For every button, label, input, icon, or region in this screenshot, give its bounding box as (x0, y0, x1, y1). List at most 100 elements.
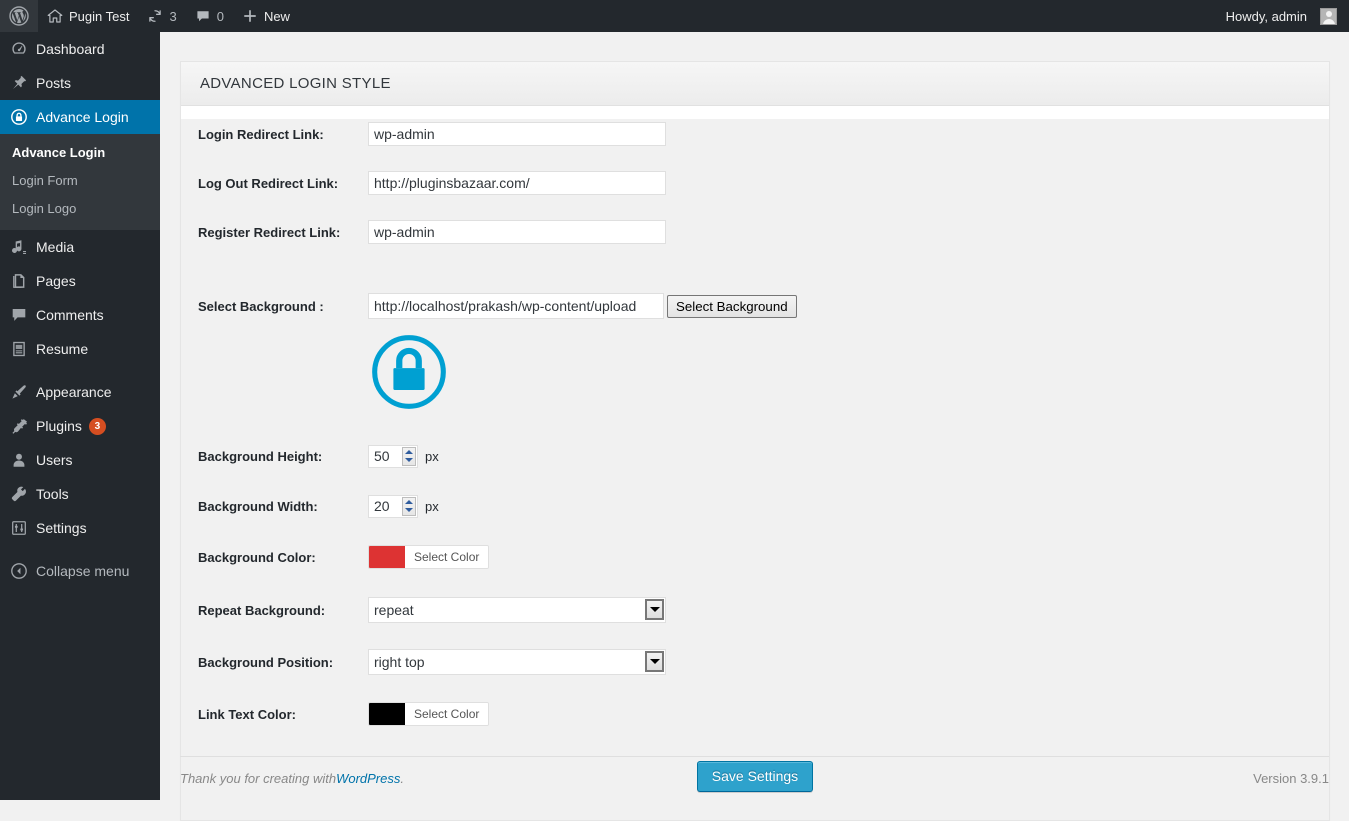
main-content-area: ADVANCED LOGIN STYLE Login Redirect Link… (160, 32, 1349, 821)
row-login-redirect: Login Redirect Link: (181, 119, 1329, 149)
chevron-down-icon[interactable] (645, 599, 664, 620)
background-width-unit: px (425, 498, 439, 514)
sidebar-item-users[interactable]: Users (0, 443, 160, 477)
plus-icon (242, 8, 258, 24)
sidebar-subitem-advance-login[interactable]: Advance Login (0, 139, 160, 167)
background-position-select[interactable]: right top (368, 649, 666, 675)
admin-bar: Pugin Test 3 0 New Howdy, admin (0, 0, 1349, 32)
comment-bubble-icon (10, 305, 36, 325)
spinner-up-icon[interactable] (405, 499, 413, 504)
repeat-background-select[interactable]: repeat (368, 597, 666, 623)
link-text-color-button[interactable]: Select Color (405, 703, 489, 725)
sidebar-item-media[interactable]: Media (0, 230, 160, 264)
site-name-menu[interactable]: Pugin Test (38, 0, 138, 32)
user-icon (10, 450, 36, 470)
sidebar-item-label: Dashboard (36, 41, 105, 57)
login-redirect-input[interactable] (368, 122, 666, 146)
row-repeat-background: Repeat Background: repeat (181, 595, 1329, 625)
sidebar-item-label: Appearance (36, 384, 112, 400)
sidebar-item-posts[interactable]: Posts (0, 66, 160, 100)
new-content-label: New (263, 8, 290, 24)
select-background-label: Select Background : (198, 298, 324, 314)
row-link-text-color: Link Text Color: Select Color (181, 699, 1329, 729)
row-register-redirect: Register Redirect Link: (181, 217, 1329, 247)
background-color-label: Background Color: (198, 549, 316, 565)
footer-thanks-suffix: . (400, 771, 404, 786)
sidebar-item-label: Plugins (36, 418, 82, 434)
sidebar-item-advance-login[interactable]: Advance Login (0, 100, 168, 134)
background-color-picker[interactable]: Select Color (368, 545, 490, 569)
pushpin-icon (10, 73, 36, 93)
lock-circle-icon (372, 335, 446, 409)
select-background-button[interactable]: Select Background (667, 294, 797, 318)
register-redirect-input[interactable] (368, 220, 666, 244)
background-color-swatch[interactable] (369, 546, 405, 568)
background-height-spinner[interactable] (402, 446, 416, 466)
resume-page-icon (10, 339, 36, 359)
updates-count: 3 (169, 8, 177, 24)
plug-icon (10, 416, 36, 436)
site-name-label: Pugin Test (69, 8, 130, 24)
background-position-label: Background Position: (198, 654, 334, 670)
sidebar-item-comments[interactable]: Comments (0, 298, 160, 332)
sidebar-item-label: Media (36, 239, 75, 255)
sidebar-item-appearance[interactable]: Appearance (0, 375, 160, 409)
background-height-stepper[interactable] (368, 444, 418, 468)
sidebar-subitem-login-form[interactable]: Login Form (0, 167, 160, 195)
background-width-stepper[interactable] (368, 494, 418, 518)
media-music-note-icon (10, 237, 36, 257)
row-background-color: Background Color: Select Color (181, 542, 1329, 572)
my-account-menu[interactable]: Howdy, admin (1217, 0, 1341, 32)
sidebar-item-label: Pages (36, 273, 76, 289)
panel-body: Login Redirect Link: Log Out Redirect Li… (181, 119, 1329, 820)
spinner-up-icon[interactable] (405, 449, 413, 454)
sidebar-item-dashboard[interactable]: Dashboard (0, 32, 160, 66)
repeat-background-label: Repeat Background: (198, 602, 326, 618)
repeat-background-select-wrap[interactable]: repeat (368, 597, 666, 623)
sidebar-item-label: Resume (36, 341, 89, 357)
wordpress-logo-icon (9, 6, 29, 26)
sidebar-item-plugins[interactable]: Plugins 3 (0, 409, 160, 443)
select-background-input[interactable] (368, 293, 664, 319)
sidebar-separator (0, 366, 160, 375)
row-background-preview (181, 333, 1329, 411)
sidebar-item-resume[interactable]: Resume (0, 332, 160, 366)
sidebar-item-label: Comments (36, 307, 104, 323)
collapse-menu-label: Collapse menu (36, 563, 130, 579)
collapse-menu-button[interactable]: Collapse menu (0, 554, 160, 588)
sidebar-item-tools[interactable]: Tools (0, 477, 160, 511)
pages-document-icon (10, 271, 36, 291)
lock-circle-icon (10, 107, 36, 127)
sidebar-item-pages[interactable]: Pages (0, 264, 160, 298)
updates-refresh-icon (147, 8, 163, 24)
sidebar-item-settings[interactable]: Settings (0, 511, 160, 545)
background-width-spinner[interactable] (402, 496, 416, 516)
wp-logo-menu[interactable] (0, 0, 38, 32)
link-text-color-picker[interactable]: Select Color (368, 702, 490, 726)
chevron-down-icon[interactable] (645, 651, 664, 672)
updates-menu[interactable]: 3 (138, 0, 185, 32)
row-background-width: Background Width: px (181, 491, 1329, 521)
page-title: ADVANCED LOGIN STYLE (200, 75, 391, 92)
background-color-button[interactable]: Select Color (405, 546, 489, 568)
background-width-label: Background Width: (198, 498, 318, 514)
background-position-select-wrap[interactable]: right top (368, 649, 666, 675)
sidebar-subitem-login-logo[interactable]: Login Logo (0, 195, 160, 223)
background-height-unit: px (425, 448, 439, 464)
row-background-position: Background Position: right top (181, 647, 1329, 677)
comments-menu[interactable]: 0 (186, 0, 233, 32)
sidebar-separator-2 (0, 545, 160, 554)
link-text-color-swatch[interactable] (369, 703, 405, 725)
sidebar-submenu-advance-login: Advance Login Login Form Login Logo (0, 134, 160, 230)
logout-redirect-input[interactable] (368, 171, 666, 195)
plugins-update-badge: 3 (88, 417, 106, 435)
spinner-down-icon[interactable] (405, 458, 413, 463)
row-select-background: Select Background : Select Background (181, 291, 1329, 321)
new-content-menu[interactable]: New (233, 0, 299, 32)
admin-sidebar-menu: Dashboard Posts Advance Login Advance Lo… (0, 32, 168, 800)
login-redirect-label: Login Redirect Link: (198, 126, 324, 142)
footer-thanks-prefix: Thank you for creating with (180, 771, 337, 786)
sliders-icon (10, 518, 36, 538)
spinner-down-icon[interactable] (405, 508, 413, 513)
wordpress-link[interactable]: WordPress (336, 771, 400, 786)
